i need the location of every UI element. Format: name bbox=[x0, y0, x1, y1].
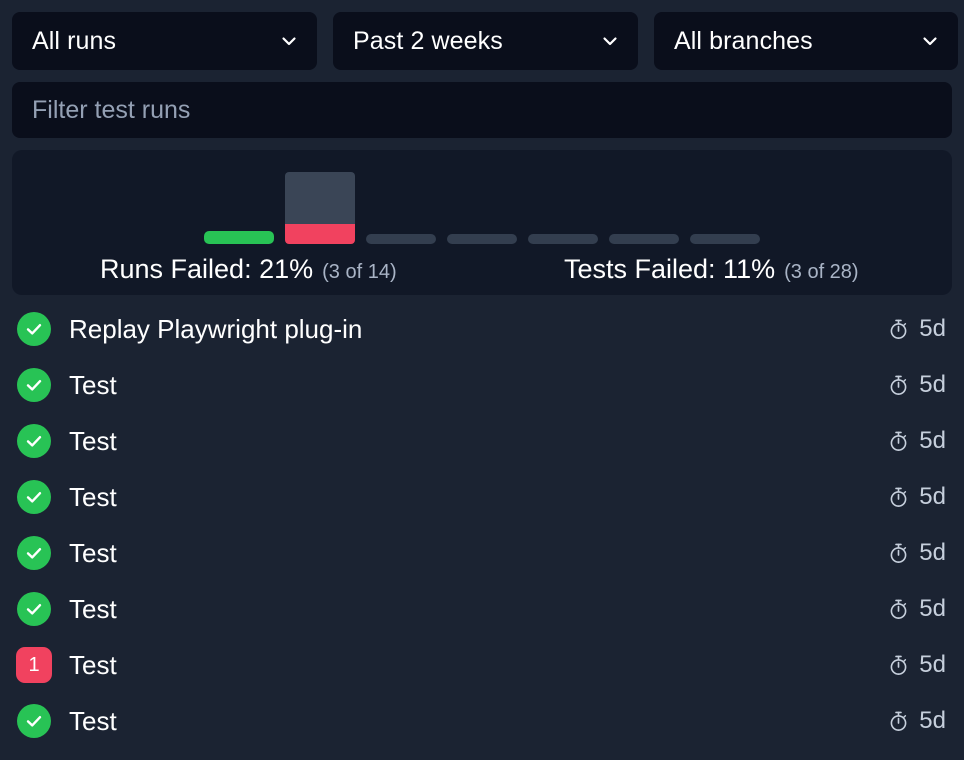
test-run-title: Test bbox=[69, 370, 887, 401]
sparkline-segment-empty bbox=[528, 234, 598, 244]
filter-input-container bbox=[0, 70, 964, 138]
test-run-age-group: 5d bbox=[887, 539, 946, 567]
stopwatch-icon bbox=[887, 654, 910, 677]
tests-failed-stat: Tests Failed: 11% (3 of 28) bbox=[564, 254, 859, 285]
sparkline-bar[interactable] bbox=[285, 160, 355, 244]
stopwatch-icon bbox=[887, 430, 910, 453]
runs-filter-dropdown[interactable]: All runs bbox=[12, 12, 317, 70]
test-summary-panel: Runs Failed: 21% (3 of 14) Tests Failed:… bbox=[12, 150, 952, 295]
sparkline-segment-failed bbox=[285, 224, 355, 244]
test-run-age-group: 5d bbox=[887, 707, 946, 735]
check-circle-icon bbox=[16, 311, 52, 347]
test-run-age-group: 5d bbox=[887, 651, 946, 679]
check-circle-icon bbox=[16, 535, 52, 571]
test-run-age-group: 5d bbox=[887, 371, 946, 399]
check-circle-icon bbox=[16, 423, 52, 459]
test-run-age: 5d bbox=[919, 651, 946, 679]
check-circle-icon bbox=[16, 367, 52, 403]
check-mark-icon bbox=[17, 480, 51, 514]
test-run-row[interactable]: Test 5d bbox=[0, 413, 964, 469]
check-circle-icon bbox=[16, 591, 52, 627]
test-run-row[interactable]: Replay Playwright plug-in 5d bbox=[0, 301, 964, 357]
test-run-title: Test bbox=[69, 482, 887, 513]
test-run-age: 5d bbox=[919, 539, 946, 567]
sparkline-bar[interactable] bbox=[447, 160, 517, 244]
check-mark-icon bbox=[17, 704, 51, 738]
sparkline-segment-empty bbox=[690, 234, 760, 244]
test-run-row[interactable]: Test 5d bbox=[0, 525, 964, 581]
test-run-title: Test bbox=[69, 426, 887, 457]
test-run-age-group: 5d bbox=[887, 595, 946, 623]
test-run-list: Replay Playwright plug-in5dTest5dTest5dT… bbox=[0, 295, 964, 749]
test-run-row[interactable]: Test 5d bbox=[0, 581, 964, 637]
branch-filter-label: All branches bbox=[674, 27, 813, 56]
test-run-title: Test bbox=[69, 538, 887, 569]
sparkline-segment-empty bbox=[366, 234, 436, 244]
check-circle-icon bbox=[16, 703, 52, 739]
runs-failed-stat: Runs Failed: 21% (3 of 14) bbox=[100, 254, 397, 285]
runs-failed-percent: Runs Failed: 21% bbox=[100, 254, 313, 285]
time-range-filter-dropdown[interactable]: Past 2 weeks bbox=[333, 12, 638, 70]
sparkline-bar[interactable] bbox=[366, 160, 436, 244]
test-run-row[interactable]: Test 5d bbox=[0, 357, 964, 413]
sparkline-segment-other bbox=[285, 172, 355, 224]
test-run-age: 5d bbox=[919, 315, 946, 343]
test-run-title: Test bbox=[69, 594, 887, 625]
sparkline-segment-empty bbox=[447, 234, 517, 244]
failure-count-badge: 1 bbox=[16, 647, 52, 683]
test-run-row[interactable]: Test 5d bbox=[0, 693, 964, 749]
failure-stats-row: Runs Failed: 21% (3 of 14) Tests Failed:… bbox=[12, 244, 952, 290]
tests-failed-percent: Tests Failed: 11% bbox=[564, 254, 775, 285]
failure-count-value: 1 bbox=[16, 647, 52, 683]
test-run-age-group: 5d bbox=[887, 483, 946, 511]
test-run-title: Test bbox=[69, 650, 887, 681]
stopwatch-icon bbox=[887, 598, 910, 621]
sparkline-bar[interactable] bbox=[204, 160, 274, 244]
test-run-row[interactable]: 1 Test 5d bbox=[0, 637, 964, 693]
sparkline-bar[interactable] bbox=[609, 160, 679, 244]
chevron-down-icon bbox=[600, 31, 620, 51]
test-run-age: 5d bbox=[919, 595, 946, 623]
filter-toolbar: All runs Past 2 weeks All branches bbox=[0, 0, 964, 70]
test-run-age: 5d bbox=[919, 427, 946, 455]
check-mark-icon bbox=[17, 312, 51, 346]
sparkline-bar[interactable] bbox=[690, 160, 760, 244]
stopwatch-icon bbox=[887, 318, 910, 341]
runs-failed-count: (3 of 14) bbox=[322, 261, 396, 284]
test-run-age-group: 5d bbox=[887, 427, 946, 455]
test-run-age: 5d bbox=[919, 483, 946, 511]
check-circle-icon bbox=[16, 479, 52, 515]
check-mark-icon bbox=[17, 592, 51, 626]
check-mark-icon bbox=[17, 424, 51, 458]
check-mark-icon bbox=[17, 536, 51, 570]
stopwatch-icon bbox=[887, 374, 910, 397]
time-range-filter-label: Past 2 weeks bbox=[353, 27, 503, 56]
runs-sparkline-chart bbox=[12, 160, 952, 244]
stopwatch-icon bbox=[887, 710, 910, 733]
test-run-age: 5d bbox=[919, 707, 946, 735]
check-mark-icon bbox=[17, 368, 51, 402]
sparkline-segment-empty bbox=[609, 234, 679, 244]
chevron-down-icon bbox=[920, 31, 940, 51]
tests-failed-count: (3 of 28) bbox=[784, 261, 858, 284]
test-run-age-group: 5d bbox=[887, 315, 946, 343]
test-run-title: Test bbox=[69, 706, 887, 737]
runs-filter-label: All runs bbox=[32, 27, 116, 56]
branch-filter-dropdown[interactable]: All branches bbox=[654, 12, 958, 70]
search-input[interactable] bbox=[12, 82, 952, 138]
sparkline-segment-passed bbox=[204, 231, 274, 244]
test-run-age: 5d bbox=[919, 371, 946, 399]
chevron-down-icon bbox=[279, 31, 299, 51]
test-run-title: Replay Playwright plug-in bbox=[69, 314, 887, 345]
stopwatch-icon bbox=[887, 486, 910, 509]
sparkline-bar[interactable] bbox=[528, 160, 598, 244]
test-run-row[interactable]: Test 5d bbox=[0, 469, 964, 525]
stopwatch-icon bbox=[887, 542, 910, 565]
